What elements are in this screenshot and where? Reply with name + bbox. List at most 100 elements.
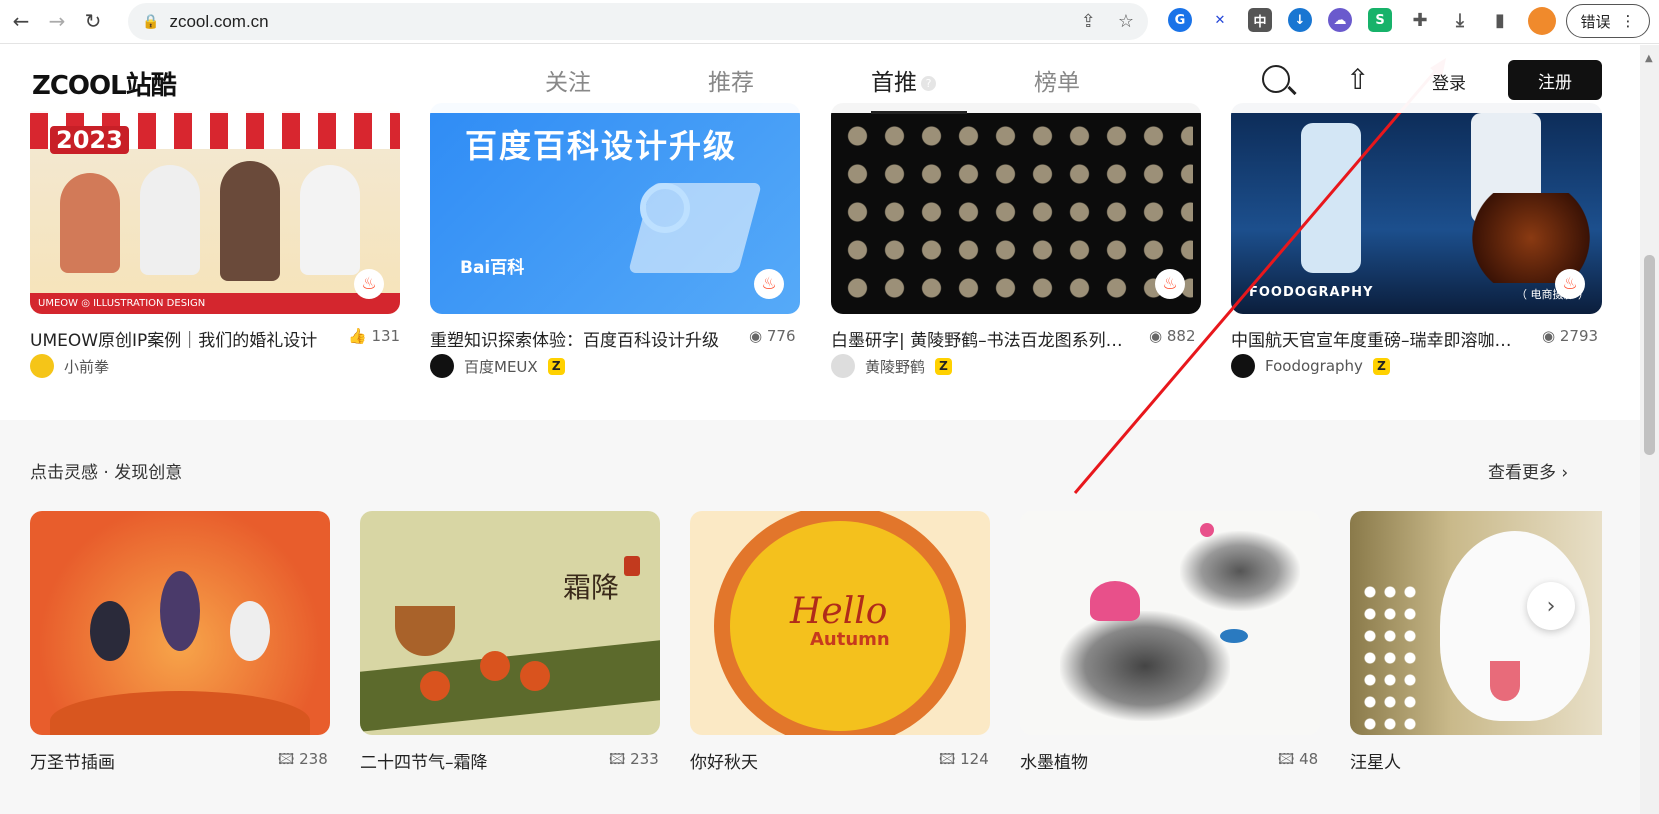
work-thumbnail-1[interactable]: 2023 UMEOW ◎ ILLUSTRATION DESIGN ♨ [30,103,400,314]
hot-icon: ♨ [1155,269,1185,299]
work-stat-4: ◉ 2793 [1542,327,1598,345]
chevron-right-icon: › [1561,463,1569,483]
more-menu-icon: ⋮ [1620,12,1636,30]
tab-featured[interactable]: 首推? [871,63,1034,114]
bookmark-star-icon[interactable]: ☆ [1118,11,1134,32]
register-button[interactable]: 注册 [1508,60,1602,100]
inspiration-title: 点击灵感 · 发现创意 [30,463,183,483]
author-name-2: 百度MEUX [464,357,538,376]
inspiration-title-1[interactable]: 万圣节插画 [30,748,115,773]
work-title-4[interactable]: 中国航天官宣年度重磅–瑞幸即溶咖… [1231,326,1512,351]
lock-icon: 🔒 [142,13,160,30]
inspiration-title-5[interactable]: 汪星人 [1350,748,1401,773]
inspiration-title-3[interactable]: 你好秋天 [690,748,758,773]
hot-icon: ♨ [754,269,784,299]
search-icon[interactable] [1262,65,1290,93]
inspiration-count-1: 🖾 238 [278,749,328,774]
zcool-logo[interactable]: ZCOOL站酷 [32,65,177,102]
inspiration-count-3: 🖾 124 [939,749,989,774]
error-button[interactable]: 错误 ⋮ [1566,4,1650,38]
inspiration-thumbnail-3[interactable]: Hello Autumn [690,511,990,735]
inspiration-thumbnail-4[interactable] [1020,511,1320,735]
address-bar[interactable]: 🔒 zcool.com.cn ⇪ ☆ [128,3,1148,40]
author-name-3: 黄陵野鹤 [865,357,926,376]
upload-icon[interactable]: ⇧ [1346,63,1369,96]
avatar [30,354,54,378]
eye-icon: ◉ [1542,327,1556,345]
see-more-label: 查看更多 [1488,463,1556,483]
author-3[interactable]: 黄陵野鹤 Z [831,354,953,378]
inspiration-count-3-value: 124 [960,750,989,768]
verified-badge: Z [547,357,565,375]
inspiration-count-2-value: 233 [630,750,659,768]
back-icon[interactable]: ← [4,4,38,38]
tab-ranking[interactable]: 榜单 [1034,63,1197,97]
inspiration-count-4-value: 48 [1299,750,1319,768]
image-icon: 🖾 [278,750,295,768]
reload-icon[interactable]: ↻ [76,4,110,38]
author-name-4: Foodography [1265,357,1363,375]
browser-toolbar: ← → ↻ 🔒 zcool.com.cn ⇪ ☆ G ✕ 中 ↓ ☁ S ✚ ⤓… [0,0,1659,44]
frost-text: 霜降 [563,571,620,604]
work-title-2[interactable]: 重塑知识探索体验：百度百科设计升级 [430,326,719,351]
help-icon[interactable]: ? [921,76,936,91]
extension-green-icon[interactable]: S [1368,8,1392,32]
tab-follow[interactable]: 关注 [545,63,708,97]
avatar [1231,354,1255,378]
eye-icon: ◉ [749,327,763,345]
chevron-right-icon: › [1546,593,1556,619]
page-scrollbar[interactable]: ▲ [1640,45,1659,814]
forward-icon[interactable]: → [40,4,74,38]
work-stat-3: ◉ 882 [1149,327,1196,345]
author-4[interactable]: Foodography Z [1231,354,1390,378]
work-title-1[interactable]: UMEOW原创IP案例｜我们的婚礼设计 [30,326,317,351]
see-more-link[interactable]: 查看更多 › [1488,458,1568,483]
work-stat-1-value: 131 [371,327,401,345]
extension-blue-icon[interactable]: G [1168,8,1192,32]
profile-avatar[interactable] [1528,7,1556,35]
scroll-up-icon[interactable]: ▲ [1645,53,1653,64]
work-thumbnail-4[interactable]: FOODOGRAPHY （ 电商摄影 ） ♨ [1231,103,1602,314]
avatar [831,354,855,378]
tab-recommend[interactable]: 推荐 [708,63,871,97]
hot-icon: ♨ [1555,269,1585,299]
extension-translate-icon[interactable]: 中 [1248,8,1272,32]
work-thumbnail-2[interactable]: 百度百科设计升级 Bai百科 ♨ [430,103,800,314]
inspiration-title-4[interactable]: 水墨植物 [1020,748,1088,773]
work-title-3[interactable]: 白墨研字| 黄陵野鹤–书法百龙图系列… [831,326,1123,351]
login-link[interactable]: 登录 [1432,69,1466,94]
hello-text: Hello [790,591,888,632]
w1-caption: UMEOW ◎ ILLUSTRATION DESIGN [30,293,400,314]
inspiration-thumbnail-2[interactable]: 霜降 [360,511,660,735]
side-panel-icon[interactable]: ▮ [1488,8,1512,32]
inspiration-thumbnail-1[interactable] [30,511,330,735]
author-1[interactable]: 小前拳 [30,354,109,378]
w2-headline: 百度百科设计升级 [465,127,738,165]
w2-logo: Bai百科 [460,258,525,278]
autumn-text: Autumn [810,629,890,650]
downloads-icon[interactable]: ⤓ [1448,8,1472,32]
site-header: ZCOOL站酷 关注 推荐 首推? 榜单 ⇧ 登录 注册 [0,45,1640,114]
extension-cloud-icon[interactable]: ☁ [1328,8,1352,32]
main-tabs: 关注 推荐 首推? 榜单 [545,63,1197,114]
author-name-1: 小前拳 [64,357,110,376]
share-icon[interactable]: ⇪ [1081,11,1096,32]
inspiration-count-4: 🖾 48 [1278,749,1318,774]
inspiration-count-2: 🖾 233 [609,749,659,774]
extension-download-icon[interactable]: ↓ [1288,8,1312,32]
author-2[interactable]: 百度MEUX Z [430,354,565,378]
image-icon: 🖾 [609,750,626,768]
extension-x-icon[interactable]: ✕ [1208,8,1232,32]
inspiration-title-2[interactable]: 二十四节气–霜降 [360,748,488,773]
w4-brand: FOODOGRAPHY [1249,285,1374,300]
w1-year: 2023 [50,126,129,154]
work-stat-4-value: 2793 [1559,327,1599,345]
tab-featured-label: 首推 [871,70,917,96]
hot-icon: ♨ [354,269,384,299]
image-icon: 🖾 [939,750,956,768]
extensions-puzzle-icon[interactable]: ✚ [1408,8,1432,32]
carousel-next-button[interactable]: › [1527,582,1575,630]
scrollbar-thumb[interactable] [1644,255,1655,455]
error-label: 错误 [1580,12,1611,31]
work-thumbnail-3[interactable]: ♨ [831,103,1201,314]
